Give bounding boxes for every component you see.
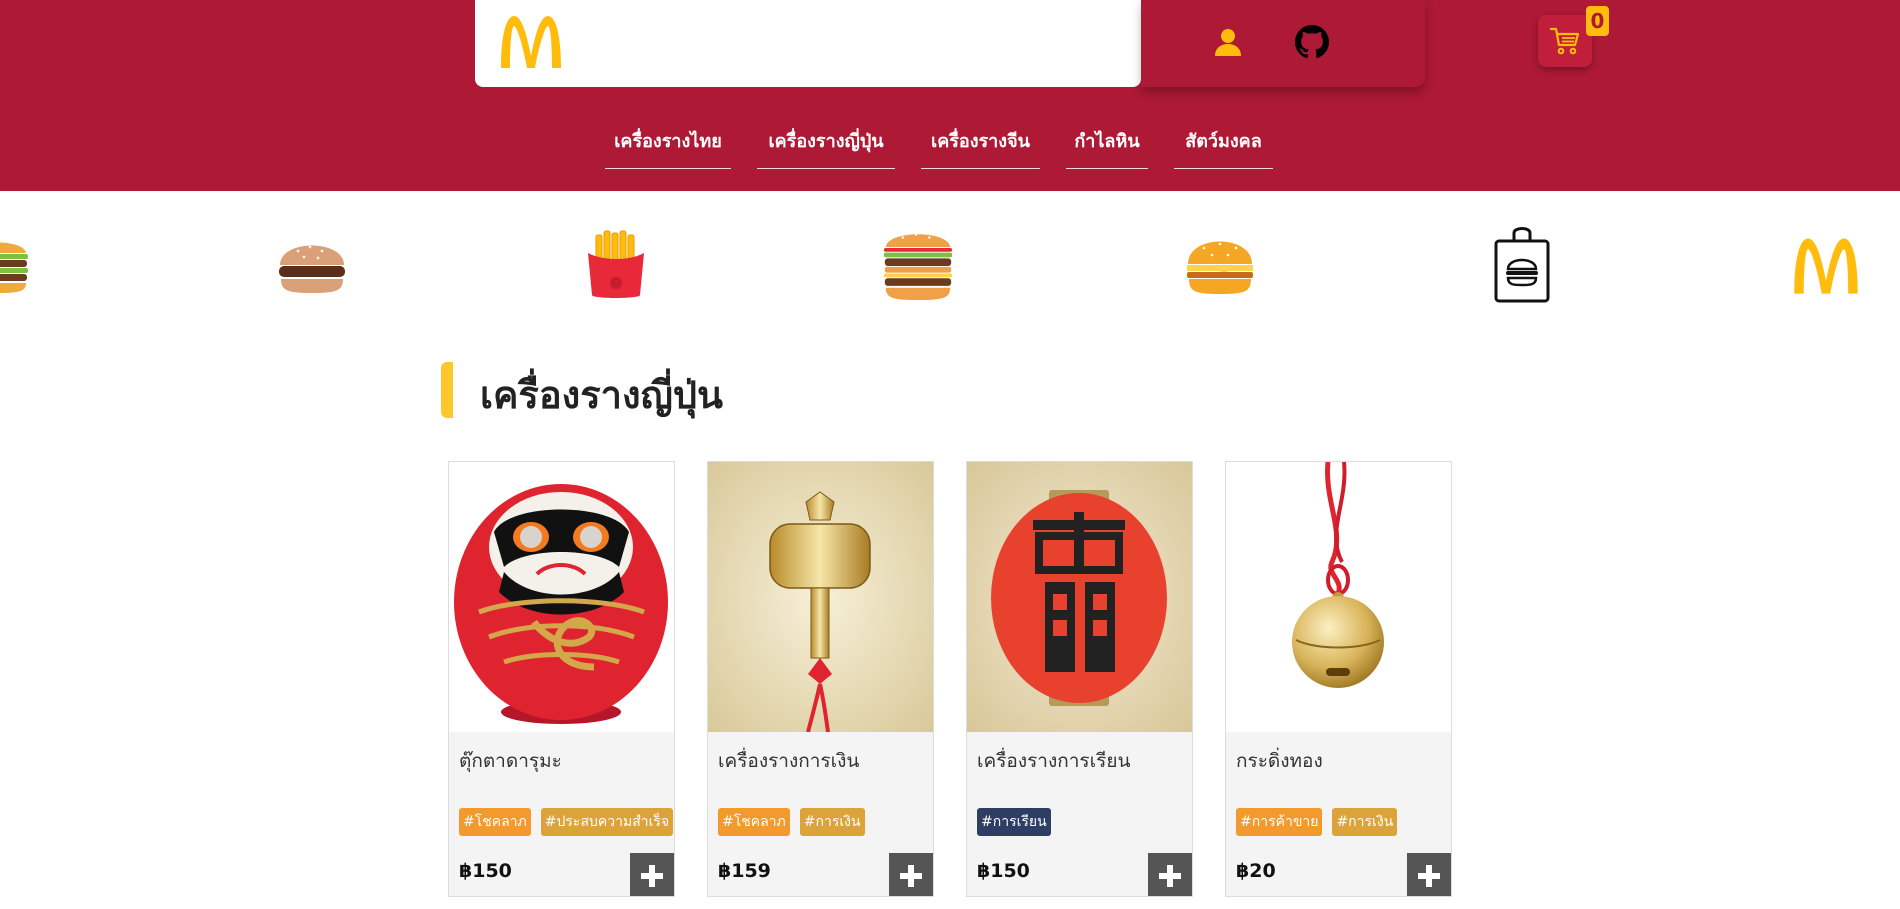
header: 0 เครื่องรางไทย เครื่องรางญี่ปุ่น เครื่อ…	[0, 0, 1900, 191]
plus-icon	[641, 864, 663, 887]
user-icon[interactable]	[1210, 24, 1246, 60]
section-title: เครื่องรางญี่ปุ่น	[480, 373, 723, 417]
product-price: ฿150	[459, 860, 512, 882]
mcdonalds-arches-logo-icon	[1790, 225, 1862, 305]
product-tag[interactable]: #การเงิน	[799, 808, 865, 836]
product-tags: #โชคลาภ #ประสบความสำเร็จ	[459, 808, 674, 836]
product-name[interactable]: เครื่องรางการเรียน	[977, 746, 1130, 776]
product-tag[interactable]: #ประสบความสำเร็จ	[540, 808, 674, 836]
product-tag[interactable]: #การเงิน	[1332, 808, 1398, 836]
cart-button[interactable]	[1538, 15, 1592, 67]
burger-icon	[276, 225, 348, 305]
add-to-cart-button[interactable]	[1407, 853, 1451, 896]
product-price: ฿159	[718, 860, 771, 882]
product-card[interactable]: เครื่องรางการเงิน #โชคลาภ #การเงิน ฿159	[707, 461, 934, 897]
product-tags: #โชคลาภ #การเงิน	[718, 808, 865, 836]
fries-icon	[580, 225, 652, 305]
cart-count-badge: 0	[1586, 6, 1609, 36]
product-card[interactable]: ตุ๊กตาดารุมะ #โชคลาภ #ประสบความสำเร็จ ฿1…	[448, 461, 675, 897]
product-name[interactable]: เครื่องรางการเงิน	[718, 746, 859, 776]
product-card[interactable]: เครื่องรางการเรียน #การเรียน ฿150	[966, 461, 1193, 897]
big-burger-icon	[0, 225, 34, 305]
product-tag[interactable]: #โชคลาภ	[718, 808, 790, 836]
shopping-bag-icon	[1486, 225, 1558, 305]
product-price: ฿20	[1236, 860, 1276, 882]
product-tags: #การเรียน	[977, 808, 1051, 836]
category-nav: เครื่องรางไทย เครื่องรางญี่ปุ่น เครื่องร…	[0, 120, 1900, 170]
plus-icon	[1418, 864, 1440, 887]
food-icon-strip	[0, 191, 1900, 336]
nav-item-lucky-animals[interactable]: สัตว์มงคล	[1174, 120, 1273, 169]
add-to-cart-button[interactable]	[889, 853, 933, 896]
product-name[interactable]: ตุ๊กตาดารุมะ	[459, 746, 562, 776]
product-tag[interactable]: #การค้าขาย	[1236, 808, 1323, 836]
cheeseburger-icon	[1184, 225, 1256, 305]
section-title-accent	[441, 362, 453, 418]
plus-icon	[900, 864, 922, 887]
nav-item-chinese-amulets[interactable]: เครื่องรางจีน	[921, 120, 1040, 169]
add-to-cart-button[interactable]	[1148, 853, 1192, 896]
big-mac-icon	[882, 225, 954, 305]
product-image-gold-mallet-charm[interactable]	[708, 462, 933, 732]
nav-item-stone-bracelets[interactable]: กำไลหิน	[1066, 120, 1148, 169]
header-icon-panel	[1141, 0, 1425, 87]
mcdonalds-logo-icon[interactable]	[497, 12, 565, 70]
product-tag[interactable]: #การเรียน	[977, 808, 1051, 836]
product-image-red-lantern-charm[interactable]	[967, 462, 1192, 732]
search-bar[interactable]	[475, 0, 1141, 87]
product-tag[interactable]: #โชคลาภ	[459, 808, 531, 836]
nav-item-thai-amulets[interactable]: เครื่องรางไทย	[605, 120, 731, 169]
add-to-cart-button[interactable]	[630, 853, 674, 896]
nav-item-japanese-amulets[interactable]: เครื่องรางญี่ปุ่น	[757, 120, 895, 169]
cart-icon	[1550, 27, 1580, 55]
product-card[interactable]: กระดิ่งทอง #การค้าขาย #การเงิน ฿20	[1225, 461, 1452, 897]
product-price: ฿150	[977, 860, 1030, 882]
product-name[interactable]: กระดิ่งทอง	[1236, 746, 1323, 776]
product-image-daruma-doll[interactable]	[449, 462, 674, 732]
product-image-gold-bell-charm[interactable]	[1226, 462, 1451, 732]
plus-icon	[1159, 864, 1181, 887]
product-tags: #การค้าขาย #การเงิน	[1236, 808, 1398, 836]
github-icon[interactable]	[1294, 24, 1330, 60]
